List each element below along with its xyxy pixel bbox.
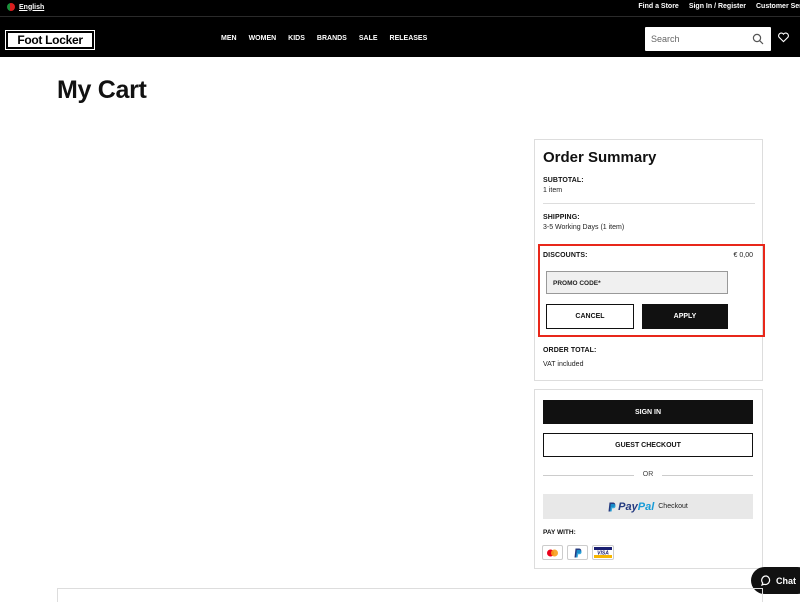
pay-with-label: PAY WITH: xyxy=(543,529,576,536)
promo-code-input[interactable]: PROMO CODE* xyxy=(546,271,728,294)
order-summary-title: Order Summary xyxy=(543,149,657,166)
wishlist-heart-icon[interactable] xyxy=(778,32,789,43)
subtotal-label: SUBTOTAL: xyxy=(543,177,584,184)
sign-in-register-link[interactable]: Sign In / Register xyxy=(689,3,746,10)
utility-links: Find a Store Sign In / Register Customer… xyxy=(638,3,800,10)
sign-in-button[interactable]: SIGN IN xyxy=(543,400,753,424)
logo-text: Foot Locker xyxy=(17,33,83,47)
paypal-word-pal: Pal xyxy=(637,500,655,513)
search-icon[interactable] xyxy=(752,33,764,45)
search-box xyxy=(645,27,771,51)
find-store-link[interactable]: Find a Store xyxy=(638,3,678,10)
order-total-label: ORDER TOTAL: xyxy=(543,347,597,354)
or-label: OR xyxy=(642,471,654,478)
language-selector[interactable]: English xyxy=(7,3,44,11)
paypal-checkout-label: Checkout xyxy=(658,503,688,510)
divider xyxy=(543,203,755,204)
chat-label: Chat xyxy=(776,575,796,586)
mastercard-icon xyxy=(542,545,563,560)
paypal-wordmark: PayPal xyxy=(618,501,654,513)
shipping-detail: 3-5 Working Days (1 item) xyxy=(543,224,625,231)
search-input[interactable] xyxy=(651,34,746,44)
paypal-word-pay: Pay xyxy=(618,500,638,513)
page-title: My Cart xyxy=(57,76,147,104)
main-nav: MEN WOMEN KIDS BRANDS SALE RELEASES xyxy=(221,35,427,42)
nav-releases[interactable]: RELEASES xyxy=(390,35,428,42)
nav-men[interactable]: MEN xyxy=(221,35,237,42)
nav-women[interactable]: WOMEN xyxy=(249,35,277,42)
vat-note: VAT included xyxy=(543,361,584,368)
or-divider-left xyxy=(543,475,634,476)
utility-bar: English Find a Store Sign In / Register … xyxy=(0,0,800,16)
or-divider-right xyxy=(662,475,753,476)
apply-button[interactable]: APPLY xyxy=(642,304,728,329)
guest-checkout-button[interactable]: GUEST CHECKOUT xyxy=(543,433,753,457)
paypal-logo-icon xyxy=(608,502,616,511)
chat-bubble-icon xyxy=(761,575,771,586)
cancel-button[interactable]: CANCEL xyxy=(546,304,634,329)
language-label[interactable]: English xyxy=(19,4,44,11)
portugal-flag-icon xyxy=(7,3,15,11)
shipping-label: SHIPPING: xyxy=(543,214,580,221)
paypal-icon xyxy=(567,545,588,560)
svg-text:VISA: VISA xyxy=(597,551,609,557)
customer-service-link[interactable]: Customer Service xyxy=(756,3,800,10)
nav-brands[interactable]: BRANDS xyxy=(317,35,347,42)
nav-sale[interactable]: SALE xyxy=(359,35,378,42)
paypal-checkout-button[interactable]: PayPal Checkout xyxy=(543,494,753,519)
foot-locker-logo[interactable]: Foot Locker xyxy=(5,30,95,50)
visa-icon: VISA xyxy=(592,545,614,560)
subtotal-items: 1 item xyxy=(543,187,563,194)
main-header: Foot Locker MEN WOMEN KIDS BRANDS SALE R… xyxy=(0,16,800,57)
nav-kids[interactable]: KIDS xyxy=(288,35,305,42)
